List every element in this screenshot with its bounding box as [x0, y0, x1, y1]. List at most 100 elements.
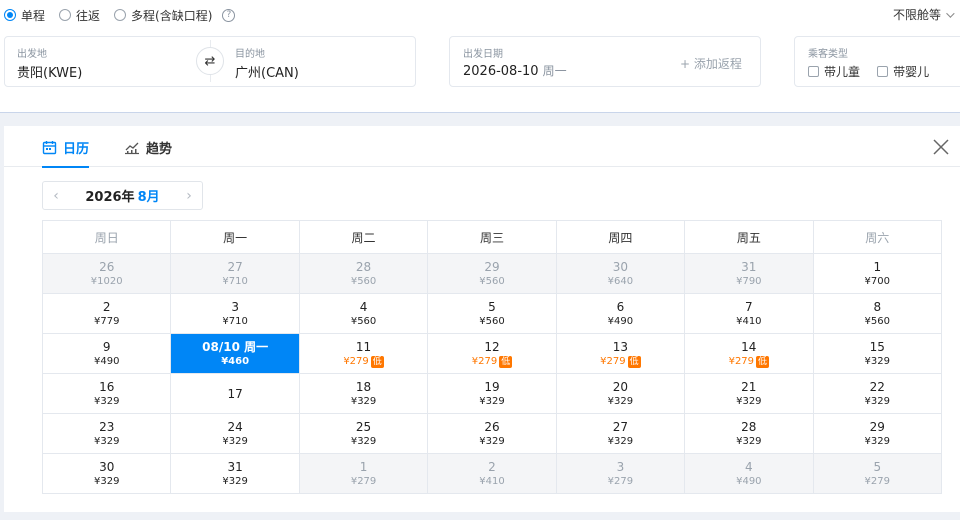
- day-price-row: ¥279 低: [300, 355, 427, 368]
- calendar-day-selected[interactable]: 08/10 周一 ¥460: [170, 333, 300, 374]
- day-price: ¥640: [607, 275, 634, 287]
- calendar-day[interactable]: 31 ¥329: [170, 453, 300, 494]
- checkbox-icon: [877, 66, 889, 77]
- calendar-day[interactable]: 17: [170, 373, 300, 414]
- trip-type-label: 往返: [76, 8, 101, 23]
- calendar-day[interactable]: 18 ¥329: [298, 373, 429, 414]
- calendar-day[interactable]: 24 ¥329: [170, 413, 300, 454]
- day-number: 2: [488, 459, 496, 474]
- calendar-day[interactable]: 13 ¥279 低: [555, 333, 686, 374]
- trip-type-label: 单程: [21, 8, 46, 23]
- calendar-day[interactable]: 3 ¥279: [555, 453, 686, 494]
- radio-unchecked-icon: [114, 9, 127, 21]
- day-price: ¥329: [864, 395, 890, 407]
- prev-month-button[interactable]: ‹: [43, 188, 69, 204]
- help-icon[interactable]: ?: [222, 8, 236, 22]
- day-number: 19: [484, 379, 500, 394]
- calendar-day[interactable]: 27 ¥329: [555, 413, 686, 454]
- calendar-day[interactable]: 14 ¥279 低: [684, 333, 814, 374]
- cabin-class-select[interactable]: 不限舱等: [893, 6, 955, 23]
- calendar-day[interactable]: 4 ¥490: [684, 453, 814, 494]
- calendar-day[interactable]: 11 ¥279 低: [298, 333, 429, 374]
- trip-type-multicity[interactable]: 多程(含缺口程): [114, 7, 212, 24]
- swap-route-button[interactable]: ⇄: [196, 47, 224, 75]
- tab-trend[interactable]: 趋势: [124, 138, 172, 157]
- to-input[interactable]: 广州(CAN): [235, 62, 299, 81]
- current-month: 2026年 8月: [69, 186, 176, 205]
- day-price: ¥700: [864, 275, 890, 287]
- calendar-day[interactable]: 31 ¥790: [684, 253, 814, 294]
- day-number: 7: [745, 299, 753, 314]
- day-price-row: ¥329: [171, 435, 298, 448]
- page-footer-strip: [0, 512, 960, 520]
- calendar-day[interactable]: 29 ¥329: [812, 413, 943, 454]
- date-label: 出发日期: [463, 49, 503, 60]
- calendar-day[interactable]: 7 ¥410: [684, 293, 814, 334]
- day-price-row: ¥279 低: [428, 355, 555, 368]
- weekday-sat: 周六: [812, 220, 943, 254]
- passenger-box: 乘客类型 带儿童 带婴儿: [794, 36, 960, 87]
- calendar-day[interactable]: 15 ¥329: [812, 333, 943, 374]
- day-number: 14: [741, 339, 757, 354]
- passenger-option-infant[interactable]: 带婴儿: [877, 63, 929, 80]
- day-price-row: ¥329: [300, 395, 427, 408]
- day-price-row: ¥279 低: [685, 355, 812, 368]
- day-number: 4: [745, 459, 753, 474]
- calendar-day[interactable]: 1 ¥700: [812, 253, 943, 294]
- calendar-day[interactable]: 2 ¥410: [427, 453, 557, 494]
- calendar-day[interactable]: 30 ¥640: [555, 253, 686, 294]
- day-price: ¥279: [728, 355, 755, 367]
- day-price-row: ¥279: [814, 475, 941, 488]
- day-price-row: ¥490: [557, 315, 684, 328]
- day-number: 27: [612, 419, 629, 434]
- tab-calendar-label: 日历: [63, 142, 90, 157]
- calendar-day[interactable]: 5 ¥560: [427, 293, 557, 334]
- calendar-day[interactable]: 28 ¥329: [684, 413, 814, 454]
- calendar-day[interactable]: 30 ¥329: [41, 453, 172, 494]
- from-input[interactable]: 贵阳(KWE): [17, 62, 82, 81]
- calendar-day[interactable]: 26 ¥1020: [41, 253, 172, 294]
- search-bar: 单程 往返 多程(含缺口程) ? 不限舱等 出发地 贵阳(KWE) 目的地 广州…: [0, 0, 960, 113]
- calendar-day[interactable]: 26 ¥329: [427, 413, 557, 454]
- calendar-day[interactable]: 29 ¥560: [427, 253, 557, 294]
- trip-type-oneway[interactable]: 单程: [4, 7, 45, 24]
- day-price: ¥329: [93, 475, 120, 487]
- calendar-day[interactable]: 1 ¥279: [298, 453, 429, 494]
- calendar-day[interactable]: 4 ¥560: [298, 293, 429, 334]
- day-price-row: ¥279 低: [557, 355, 684, 368]
- close-icon[interactable]: [932, 138, 950, 156]
- passenger-option-child[interactable]: 带儿童: [808, 63, 860, 80]
- day-number: 5: [488, 299, 496, 314]
- calendar-grid: 周日 周一 周二 周三 周四 周五 周六 26 ¥1020 27 ¥710 28 ¥560…: [41, 220, 943, 494]
- calendar-day[interactable]: 12 ¥279 低: [427, 333, 557, 374]
- calendar-day[interactable]: 6 ¥490: [555, 293, 686, 334]
- passenger-options: 带儿童 带婴儿: [808, 62, 941, 81]
- from-label: 出发地: [17, 49, 47, 60]
- calendar-day[interactable]: 9 ¥490: [41, 333, 172, 374]
- day-number: 31: [227, 459, 243, 474]
- calendar-week-row: 9 ¥490 08/10 周一 ¥460 11 ¥279 低 12 ¥279 低 13 ¥279 低 14…: [41, 333, 943, 374]
- calendar-day[interactable]: 20 ¥329: [555, 373, 686, 414]
- trip-type-roundtrip[interactable]: 往返: [59, 7, 100, 24]
- calendar-day[interactable]: 21 ¥329: [684, 373, 814, 414]
- calendar-day[interactable]: 2 ¥779: [41, 293, 172, 334]
- date-input[interactable]: 2026-08-10 周一: [463, 62, 567, 79]
- calendar-day[interactable]: 27 ¥710: [170, 253, 300, 294]
- day-price: ¥329: [736, 395, 762, 407]
- calendar-day[interactable]: 16 ¥329: [41, 373, 172, 414]
- next-month-button[interactable]: ›: [176, 188, 202, 204]
- day-price-row: ¥560: [428, 275, 555, 288]
- calendar-day[interactable]: 23 ¥329: [41, 413, 172, 454]
- tab-calendar[interactable]: 日历: [42, 138, 90, 168]
- day-price-row: ¥329: [428, 435, 555, 448]
- calendar-day[interactable]: 5 ¥279: [812, 453, 943, 494]
- calendar-day[interactable]: 3 ¥710: [170, 293, 300, 334]
- calendar-day[interactable]: 8 ¥560: [812, 293, 943, 334]
- calendar-day[interactable]: 25 ¥329: [298, 413, 429, 454]
- calendar-week-row: 16 ¥329 17 18 ¥329 19 ¥329 20 ¥329 21 ¥329 22 ¥329: [41, 373, 943, 414]
- calendar-day[interactable]: 19 ¥329: [427, 373, 557, 414]
- calendar-day[interactable]: 22 ¥329: [812, 373, 943, 414]
- day-price: ¥410: [736, 315, 762, 327]
- calendar-day[interactable]: 28 ¥560: [298, 253, 429, 294]
- add-return-button[interactable]: + 添加返程: [680, 55, 742, 72]
